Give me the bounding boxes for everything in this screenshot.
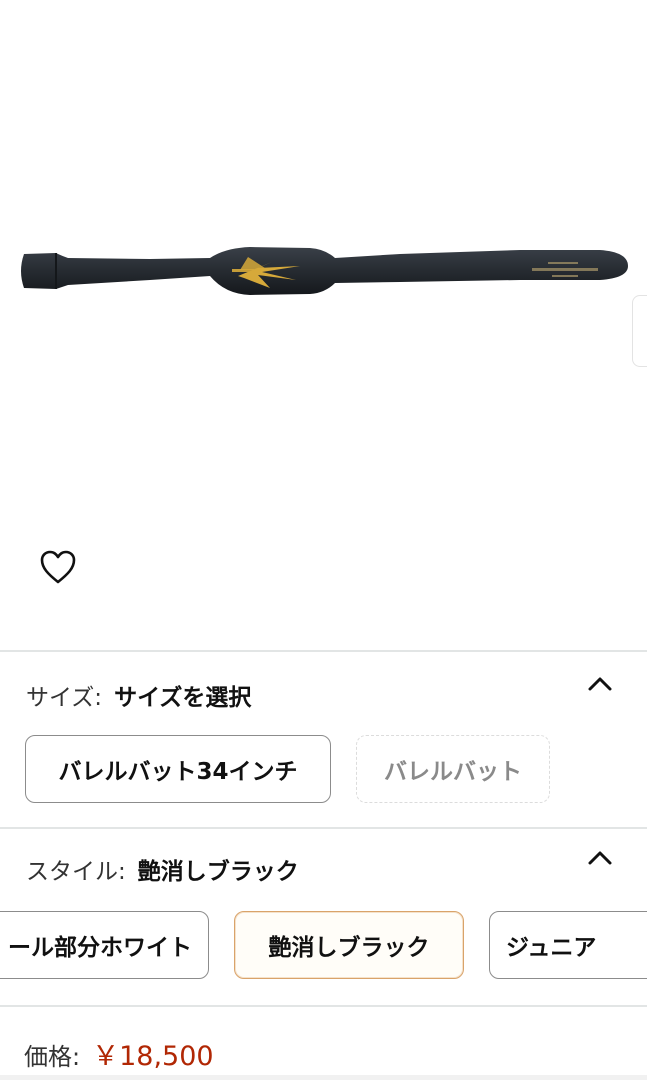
size-selector-title: サイズ: サイズを選択 xyxy=(26,678,251,712)
style-label: スタイル: xyxy=(26,859,126,885)
divider xyxy=(0,650,647,652)
size-value: サイズを選択 xyxy=(114,685,252,711)
size-option-barrel-34[interactable]: バレルバット34インチ xyxy=(25,735,331,803)
style-option-label: 艶消しブラック xyxy=(268,935,430,961)
price-value: ￥18,500 xyxy=(92,1041,214,1072)
style-option-junior[interactable]: ジュニア xyxy=(489,911,647,979)
style-value: 艶消しブラック xyxy=(137,859,299,885)
price-label: 価格: xyxy=(24,1043,81,1071)
heart-icon[interactable] xyxy=(38,548,78,586)
style-selector-title: スタイル: 艶消しブラック xyxy=(26,852,299,886)
size-label: サイズ: xyxy=(26,685,103,711)
bottom-edge xyxy=(0,1075,647,1080)
image-scroll-handle[interactable] xyxy=(632,295,647,367)
product-image[interactable] xyxy=(0,0,647,650)
style-option-label: ジュニア xyxy=(506,935,597,961)
baseball-bat-image xyxy=(21,247,628,295)
size-option-label: バレルバット34インチ xyxy=(58,759,298,785)
chevron-up-icon[interactable] xyxy=(586,848,614,868)
price-row: 価格: ￥18,500 xyxy=(24,1034,214,1073)
chevron-up-icon[interactable] xyxy=(586,674,614,694)
style-option-label: ール部分ホワイト xyxy=(8,935,192,961)
divider xyxy=(0,1005,647,1007)
size-option-barrel[interactable]: バレルバット xyxy=(356,735,550,803)
style-option-matte-black[interactable]: 艶消しブラック xyxy=(234,911,464,979)
divider xyxy=(0,827,647,829)
size-option-label: バレルバット xyxy=(384,759,522,785)
style-option-white[interactable]: ール部分ホワイト xyxy=(0,911,209,979)
